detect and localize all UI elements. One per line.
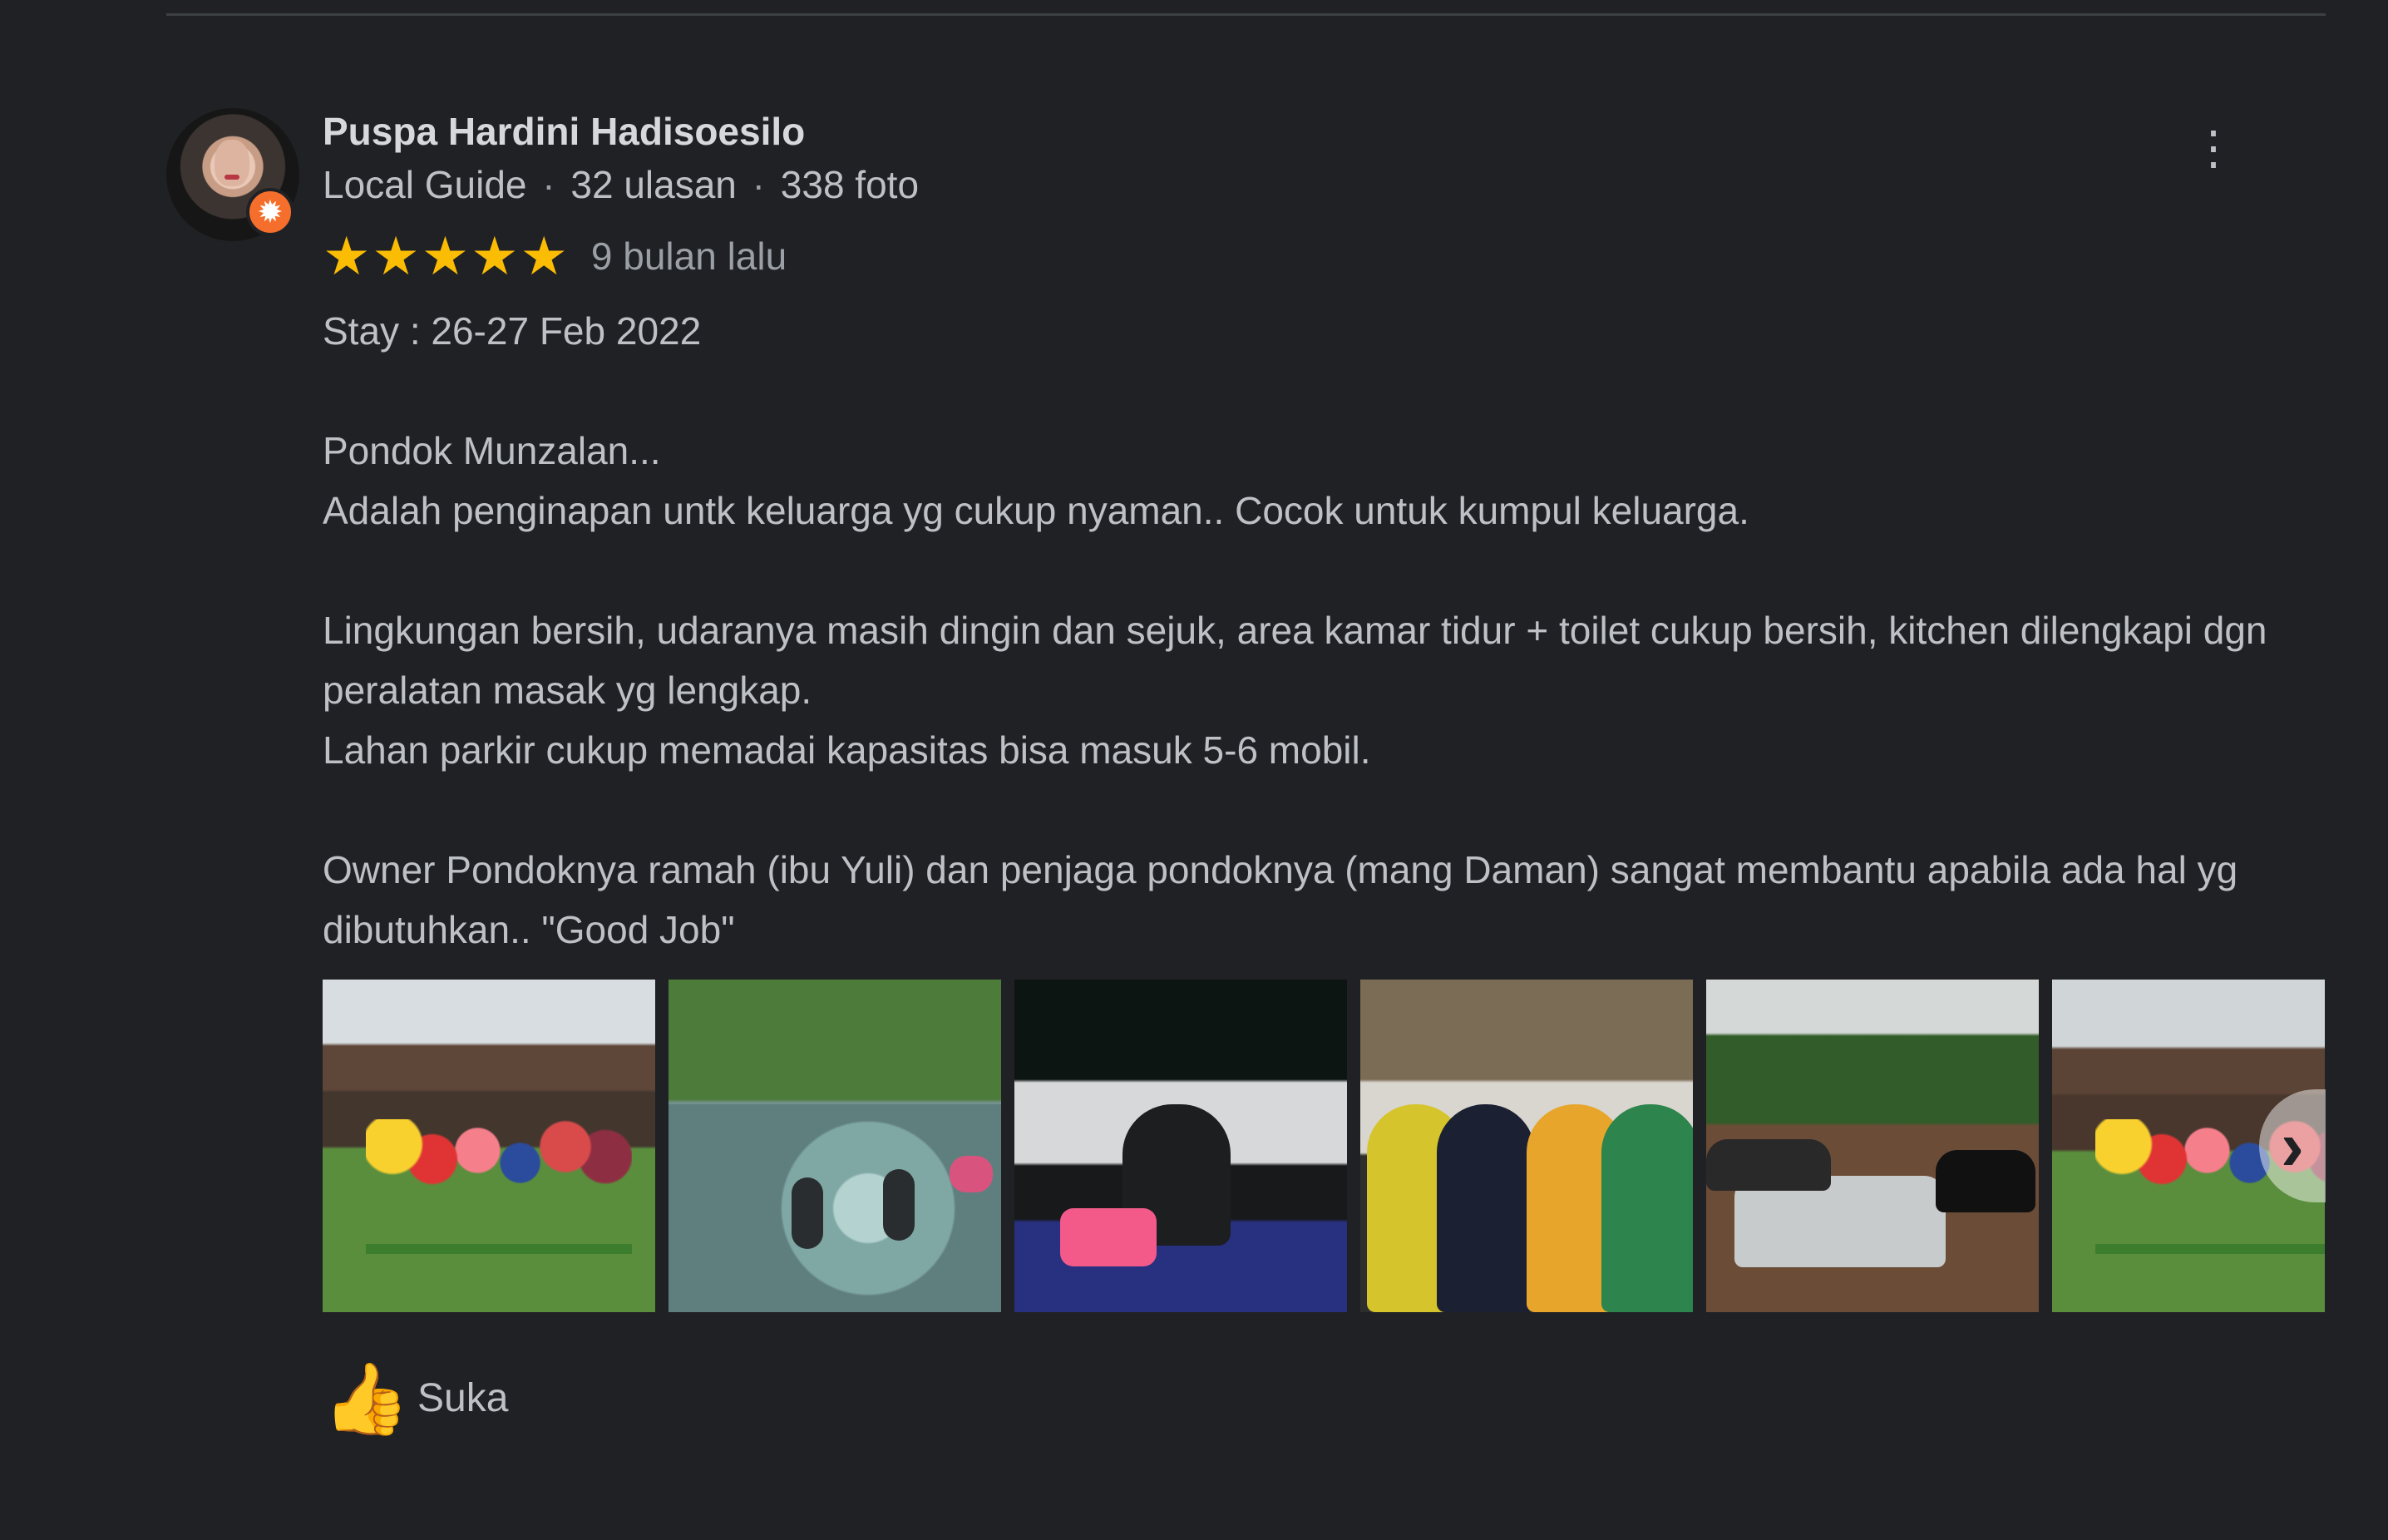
reviewer-badge: Local Guide bbox=[323, 163, 527, 206]
reviews-count: 32 ulasan bbox=[570, 163, 737, 206]
reviewer-meta: Local Guide · 32 ulasan · 338 foto bbox=[323, 161, 2326, 208]
meal-container bbox=[1060, 1208, 1157, 1266]
pool-kid bbox=[950, 1156, 993, 1192]
star-icon: ★ bbox=[372, 226, 420, 286]
more-vert-icon[interactable]: ⋮ bbox=[2188, 125, 2238, 206]
meta-separator-1: · bbox=[542, 163, 555, 206]
like-label: Suka bbox=[417, 1376, 509, 1420]
like-action[interactable]: 👍 Suka bbox=[323, 1362, 2326, 1435]
review-photo-3[interactable] bbox=[1014, 980, 1347, 1312]
top-divider bbox=[166, 13, 2326, 16]
review-text: Stay : 26-27 Feb 2022 Pondok Munzalan...… bbox=[323, 309, 2267, 951]
review-photo-5[interactable] bbox=[1706, 980, 2039, 1312]
star-icon: ★ bbox=[421, 226, 470, 286]
avatar-lips bbox=[224, 175, 239, 180]
star-icon: ★ bbox=[520, 226, 568, 286]
photos-count: 338 foto bbox=[780, 163, 920, 206]
photo-strip: › bbox=[323, 980, 2326, 1312]
pool-kid bbox=[792, 1177, 823, 1249]
pool-kid bbox=[883, 1169, 915, 1241]
review-photo-2[interactable] bbox=[669, 980, 1001, 1312]
pool-photo-water bbox=[669, 1104, 1001, 1312]
black-car bbox=[1936, 1150, 2035, 1212]
rating-row: ★ ★ ★ ★ ★ 9 bulan lalu bbox=[323, 230, 2326, 283]
meta-separator-2: · bbox=[752, 163, 765, 206]
review-photo-1[interactable] bbox=[323, 980, 655, 1312]
woman-black bbox=[1437, 1104, 1535, 1312]
thumbs-up-icon: 👍 bbox=[323, 1360, 410, 1438]
review-photo-4[interactable] bbox=[1360, 980, 1693, 1312]
review-content: Puspa Hardini Hadisoesilo Local Guide · … bbox=[323, 106, 2326, 1435]
woman-green bbox=[1601, 1104, 1693, 1312]
dark-car bbox=[1706, 1139, 1831, 1191]
star-rating: ★ ★ ★ ★ ★ bbox=[323, 230, 568, 283]
star-icon: ★ bbox=[323, 226, 371, 286]
star-icon: ★ bbox=[471, 226, 519, 286]
group-photo-people bbox=[366, 1119, 632, 1254]
local-guide-star-icon: ✹ bbox=[246, 188, 294, 236]
reviewer-name[interactable]: Puspa Hardini Hadisoesilo bbox=[323, 106, 2326, 156]
review-time: 9 bulan lalu bbox=[590, 234, 787, 278]
